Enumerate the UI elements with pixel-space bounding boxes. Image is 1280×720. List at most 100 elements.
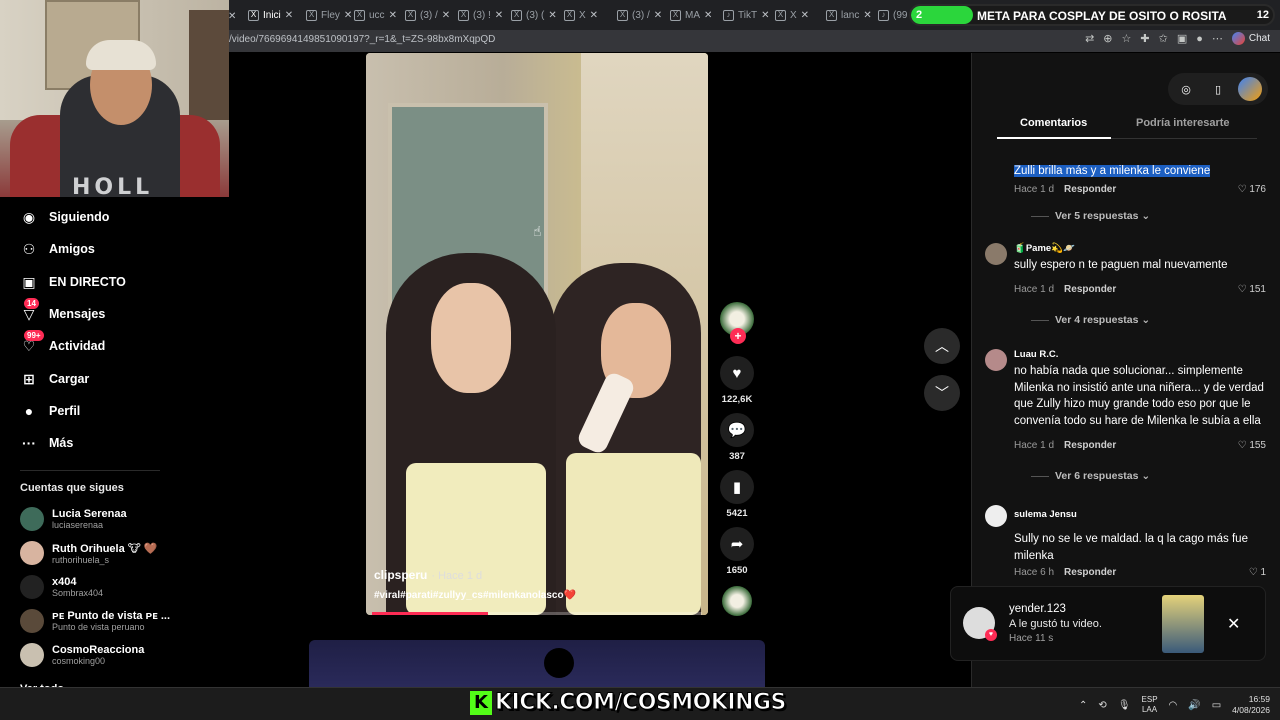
- battery-icon[interactable]: ▭: [1212, 700, 1221, 711]
- browser-tab[interactable]: X Fley ✕: [302, 5, 352, 25]
- microphone-icon[interactable]: 🎙: [1118, 700, 1131, 711]
- close-icon[interactable]: ✕: [228, 11, 236, 22]
- extensions-icon[interactable]: ✚: [1140, 32, 1149, 45]
- browser-tab[interactable]: ♪ (99: [874, 5, 907, 25]
- close-icon[interactable]: ✕: [590, 10, 598, 21]
- comment-user[interactable]: sulema Jensu: [1014, 509, 1077, 520]
- device-icon[interactable]: ▯: [1206, 77, 1230, 101]
- video-progress-bar[interactable]: [372, 612, 702, 615]
- zoom-icon[interactable]: ⊕: [1103, 32, 1112, 45]
- chat-button[interactable]: Chat: [1231, 32, 1270, 45]
- reply-button[interactable]: Responder: [1064, 440, 1116, 451]
- avatar[interactable]: [985, 243, 1007, 265]
- reply-button[interactable]: Responder: [1064, 284, 1116, 295]
- close-icon[interactable]: ✕: [704, 10, 712, 21]
- translate-icon[interactable]: ⇄: [1085, 32, 1094, 45]
- comment-like[interactable]: ♡ 176: [1238, 184, 1266, 195]
- video-hashtags[interactable]: #viral#parati#zullyy_cs#milenkanolasco❤️: [374, 590, 694, 601]
- heart-icon[interactable]: ♥: [720, 356, 754, 390]
- music-disc[interactable]: [717, 586, 757, 616]
- close-icon[interactable]: ✕: [495, 10, 503, 21]
- browser-tab[interactable]: X MA ✕: [666, 5, 712, 25]
- following-account[interactable]: Ruth Orihuela 🐮 🤎 ruthorihuela_s: [20, 539, 158, 567]
- chevron-up-tray-icon[interactable]: ⌃: [1079, 700, 1087, 711]
- sidebar-item-más[interactable]: ··· Más: [20, 432, 73, 454]
- notification-toast[interactable]: ♥ yender.123 A le gustó tu video. Hace 1…: [950, 586, 1266, 661]
- close-icon[interactable]: ✕: [389, 10, 397, 21]
- browser-tab[interactable]: ♪ TikT ✕: [719, 5, 769, 25]
- close-icon[interactable]: ✕: [863, 10, 871, 21]
- compass-icon[interactable]: ◎: [1174, 77, 1198, 101]
- browser-tab[interactable]: X (3) ! ✕: [454, 5, 503, 25]
- bookmark-action[interactable]: ▮ 5421: [717, 470, 757, 519]
- sidebar-item-en-directo[interactable]: ▣ EN DIRECTO: [20, 271, 126, 293]
- comment-icon[interactable]: 💬: [720, 413, 754, 447]
- tab-comentarios[interactable]: Comentarios: [1020, 117, 1087, 129]
- close-icon[interactable]: ✕: [1227, 614, 1240, 634]
- following-account[interactable]: x404 Sombrax404: [20, 573, 103, 601]
- heart-outline-icon[interactable]: ♡: [1249, 567, 1258, 578]
- following-account[interactable]: CosmoReacciona cosmoking00: [20, 641, 144, 669]
- heart-outline-icon[interactable]: ♡: [1238, 440, 1247, 451]
- browser-tab[interactable]: X (3) / ✕: [401, 5, 450, 25]
- previous-video-button[interactable]: ︿: [924, 328, 960, 364]
- close-icon[interactable]: ✕: [761, 10, 769, 21]
- sidebar-item-cargar[interactable]: ⊞ Cargar: [20, 368, 89, 390]
- clock[interactable]: 16:59 4/08/2026: [1232, 694, 1270, 716]
- browser-tab[interactable]: X X ✕: [771, 5, 809, 25]
- sidebar-item-amigos[interactable]: ⚇ Amigos: [20, 238, 95, 260]
- tab-podria-interesarte[interactable]: Podría interesarte: [1136, 117, 1230, 129]
- next-video-preview[interactable]: [309, 640, 765, 687]
- sidebar-item-actividad[interactable]: ♡ 99+ Actividad: [20, 330, 105, 357]
- reply-button[interactable]: Responder: [1064, 184, 1116, 195]
- view-replies-button[interactable]: Ver 4 respuestas ⌄: [1031, 314, 1150, 326]
- sidebar-item-perfil[interactable]: ● Perfil: [20, 400, 81, 422]
- collections-icon[interactable]: ▣: [1177, 32, 1187, 45]
- comment-like[interactable]: ♡ 155: [1238, 440, 1266, 451]
- language-indicator[interactable]: ESP LAA: [1142, 695, 1158, 715]
- wifi-icon[interactable]: ◠: [1169, 700, 1178, 711]
- share-icon[interactable]: ➦: [720, 527, 754, 561]
- view-replies-button[interactable]: Ver 5 respuestas ⌄: [1031, 210, 1150, 222]
- browser-tab[interactable]: X Inici ✕: [244, 5, 293, 25]
- sidebar-item-mensajes[interactable]: ▽ 14 Mensajes: [20, 298, 105, 325]
- browser-tab[interactable]: X (3) (✕: [507, 5, 557, 25]
- author-avatar-action[interactable]: +: [717, 302, 757, 344]
- close-icon[interactable]: ✕: [654, 10, 662, 21]
- browser-tab[interactable]: X X ✕: [560, 5, 598, 25]
- following-account[interactable]: ᴘᴇ Punto de vista ᴘᴇ ... Punto de vista p…: [20, 607, 170, 635]
- favorites-icon[interactable]: ✩: [1159, 32, 1168, 45]
- network-icon[interactable]: ⟲: [1098, 700, 1106, 711]
- browser-tab[interactable]: X (3) / ✕: [613, 5, 662, 25]
- heart-outline-icon[interactable]: ♡: [1238, 284, 1247, 295]
- following-account[interactable]: Lucia Serenaa luciaserenaa: [20, 505, 127, 533]
- video-author[interactable]: clipsperu: [374, 568, 427, 582]
- browser-tab[interactable]: Xucc ✕: [350, 5, 397, 25]
- avatar[interactable]: [985, 349, 1007, 371]
- volume-icon[interactable]: 🔊: [1188, 700, 1200, 711]
- heart-action[interactable]: ♥ 122,6K: [717, 356, 757, 405]
- close-icon[interactable]: ✕: [442, 10, 450, 21]
- share-action[interactable]: ➦ 1650: [717, 527, 757, 576]
- next-video-button[interactable]: ﹀: [924, 375, 960, 411]
- reply-button[interactable]: Responder: [1064, 567, 1116, 578]
- menu-dots-icon[interactable]: ⋯: [1212, 32, 1223, 45]
- author-avatar[interactable]: +: [720, 302, 754, 344]
- follow-plus-icon[interactable]: +: [730, 328, 746, 344]
- star-icon[interactable]: ☆: [1122, 32, 1132, 45]
- heart-outline-icon[interactable]: ♡: [1238, 184, 1247, 195]
- comment-like[interactable]: ♡ 151: [1238, 284, 1266, 295]
- notification-video-thumbnail[interactable]: [1162, 595, 1204, 653]
- comment-user[interactable]: Luau R.C.: [1014, 349, 1058, 360]
- view-replies-button[interactable]: Ver 6 respuestas ⌄: [1031, 470, 1150, 482]
- comment-like[interactable]: ♡ 1: [1249, 567, 1266, 578]
- bookmark-icon[interactable]: ▮: [720, 470, 754, 504]
- browser-tab[interactable]: Xlanc ✕: [822, 5, 872, 25]
- close-icon[interactable]: ✕: [548, 10, 556, 21]
- video-player[interactable]: [366, 53, 708, 615]
- user-avatar-icon[interactable]: [1238, 77, 1262, 101]
- close-icon[interactable]: ✕: [285, 10, 293, 21]
- url-text[interactable]: /video/7669694149851090197?_r=1&_t=ZS-98…: [229, 34, 495, 45]
- comment-user[interactable]: 🧃Pame💫🪐: [1014, 243, 1075, 254]
- music-disc-icon[interactable]: [722, 586, 752, 616]
